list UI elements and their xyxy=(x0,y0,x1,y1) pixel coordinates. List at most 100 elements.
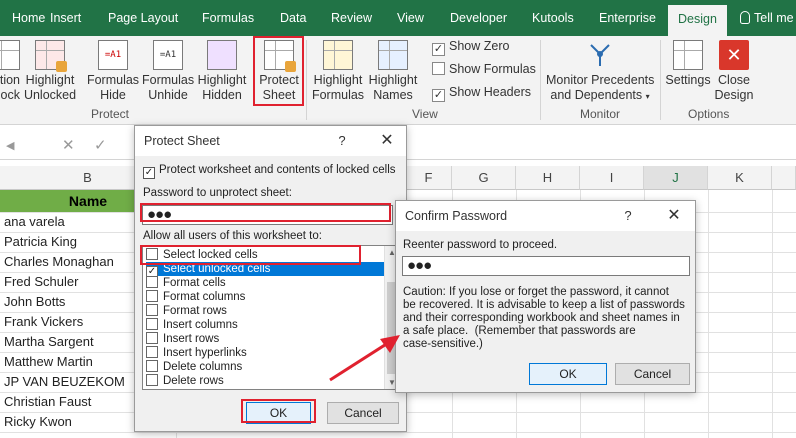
gridline xyxy=(708,190,709,438)
checkbox-empty-icon xyxy=(146,304,158,316)
ribbon: tion ock Highlight Unlocked =A1 Formulas… xyxy=(0,36,796,125)
name-cell[interactable]: Matthew Martin xyxy=(4,354,93,369)
tab-view[interactable]: View xyxy=(397,0,424,36)
gridline xyxy=(0,432,796,433)
view-group-label: View xyxy=(412,107,438,121)
highlight-formulas-button[interactable]: Highlight Formulas xyxy=(310,40,366,103)
protect-worksheet-checkbox[interactable]: ✓ Protect worksheet and contents of locke… xyxy=(143,164,396,179)
ribbon-separator xyxy=(540,40,541,120)
tab-insert[interactable]: Insert xyxy=(50,0,81,36)
option-delete-rows[interactable]: Delete rows xyxy=(146,374,224,388)
settings-icon xyxy=(673,40,703,70)
close-icon[interactable]: ✕ xyxy=(660,201,688,231)
name-cell[interactable]: JP VAN BEUZEKOM xyxy=(4,374,125,389)
tab-kutools[interactable]: Kutools xyxy=(532,0,574,36)
ribbon-separator xyxy=(660,40,661,120)
show-headers-checkbox[interactable]: ✓ Show Headers xyxy=(432,85,531,102)
checkbox-empty-icon xyxy=(146,276,158,288)
formula-hide-icon: =A1 xyxy=(98,40,128,70)
column-header-f[interactable]: F xyxy=(406,166,452,190)
caution-line: case-sensitive.) xyxy=(403,338,483,350)
cancel-button[interactable]: Cancel xyxy=(615,363,690,385)
option-insert-rows[interactable]: Insert rows xyxy=(146,332,219,346)
highlight-unlocked-label-2: Unlocked xyxy=(23,88,77,102)
name-cell[interactable]: Charles Monaghan xyxy=(4,254,114,269)
option-insert-columns[interactable]: Insert columns xyxy=(146,318,238,332)
cancel-entry-icon[interactable]: ✕ xyxy=(62,136,75,154)
highlight-names-button[interactable]: Highlight Names xyxy=(366,40,420,103)
highlight-formulas-label-2: Formulas xyxy=(311,88,365,102)
unlock-button[interactable]: tion ock xyxy=(0,40,20,103)
protect-group-label: Protect xyxy=(91,107,130,121)
tell-me-search[interactable]: Tell me xyxy=(740,0,794,36)
protect-dialog-title: Protect Sheet xyxy=(144,134,220,148)
show-headers-label: Show Headers xyxy=(449,85,531,99)
option-format-columns[interactable]: Format columns xyxy=(146,290,245,304)
password-label: Password to unprotect sheet: xyxy=(143,187,292,199)
show-zero-checkbox[interactable]: ✓ Show Zero xyxy=(432,39,509,56)
checkbox-empty-icon xyxy=(146,374,158,386)
ok-button[interactable]: OK xyxy=(529,363,607,385)
checkbox-checked-icon: ✓ xyxy=(432,43,445,56)
name-cell[interactable]: John Botts xyxy=(4,294,65,309)
checkbox-empty-icon xyxy=(146,318,158,330)
confirm-dialog-titlebar[interactable]: Confirm Password xyxy=(396,201,695,231)
monitor-label-1: Monitor Precedents xyxy=(546,73,655,87)
tab-design[interactable]: Design xyxy=(668,5,727,36)
option-format-rows[interactable]: Format rows xyxy=(146,304,227,318)
lightbulb-icon xyxy=(740,11,750,24)
name-cell[interactable]: ana varela xyxy=(4,214,65,229)
tab-data[interactable]: Data xyxy=(280,0,306,36)
caution-line: be recovered. It is advisable to keep a … xyxy=(403,299,685,311)
help-button[interactable]: ? xyxy=(332,126,352,156)
column-header-j[interactable]: J xyxy=(644,166,708,190)
formulas-unhide-label-2: Unhide xyxy=(148,88,188,102)
unlock-label-2: ock xyxy=(0,88,20,102)
formulas-unhide-button[interactable]: =A1 Formulas Unhide xyxy=(142,40,194,103)
name-cell[interactable]: Patricia King xyxy=(4,234,77,249)
tab-home[interactable]: Home xyxy=(12,0,45,36)
column-header-i[interactable]: I xyxy=(580,166,644,190)
name-box-dropdown-icon[interactable]: ◀ xyxy=(6,139,14,152)
confirm-entry-icon[interactable]: ✓ xyxy=(94,136,107,154)
option-delete-columns[interactable]: Delete columns xyxy=(146,360,242,374)
option-format-cells[interactable]: Format cells xyxy=(146,276,226,290)
protect-dialog-titlebar[interactable]: Protect Sheet xyxy=(135,126,406,156)
ribbon-tab-bar: Home Insert Page Layout Formulas Data Re… xyxy=(0,0,796,36)
formulas-hide-button[interactable]: =A1 Formulas Hide xyxy=(86,40,140,103)
confirm-password-input[interactable]: ●●● xyxy=(402,256,690,276)
column-header-g[interactable]: G xyxy=(452,166,516,190)
show-formulas-checkbox[interactable]: Show Formulas xyxy=(432,62,536,76)
monitor-arrows-icon xyxy=(585,40,615,70)
confirm-dialog-title: Confirm Password xyxy=(405,209,508,223)
option-label: Format cells xyxy=(163,277,226,289)
protect-sheet-dialog: Protect Sheet ? ✕ ✓ Protect worksheet and… xyxy=(134,125,407,432)
column-header-l[interactable] xyxy=(772,166,796,190)
tab-formulas[interactable]: Formulas xyxy=(202,0,254,36)
tab-enterprise[interactable]: Enterprise xyxy=(599,0,656,36)
help-button[interactable]: ? xyxy=(618,201,638,231)
tab-developer[interactable]: Developer xyxy=(450,0,507,36)
tab-review[interactable]: Review xyxy=(331,0,372,36)
close-design-button[interactable]: ✕ Close Design xyxy=(712,40,756,103)
monitor-precedents-button[interactable]: Monitor Precedents and Dependents ▾ xyxy=(546,40,654,104)
cancel-button[interactable]: Cancel xyxy=(327,402,399,424)
column-header-h[interactable]: H xyxy=(516,166,580,190)
name-cell[interactable]: Martha Sargent xyxy=(4,334,94,349)
password-annotation-box xyxy=(140,203,391,222)
option-insert-hyperlinks[interactable]: Insert hyperlinks xyxy=(146,346,247,360)
tab-page-layout[interactable]: Page Layout xyxy=(108,0,178,36)
highlight-unlocked-button[interactable]: Highlight Unlocked xyxy=(22,40,78,103)
close-icon[interactable]: ✕ xyxy=(373,126,401,156)
option-label: Insert rows xyxy=(163,333,220,345)
column-header-k[interactable]: K xyxy=(708,166,772,190)
caution-line: and their corresponding workbook and she… xyxy=(403,312,680,324)
highlight-hidden-button[interactable]: Highlight Hidden xyxy=(194,40,250,103)
settings-button[interactable]: Settings xyxy=(664,40,712,88)
name-cell[interactable]: Christian Faust xyxy=(4,394,91,409)
name-cell[interactable]: Fred Schuler xyxy=(4,274,78,289)
close-design-label-1: Close xyxy=(718,73,750,87)
name-cell[interactable]: Frank Vickers xyxy=(4,314,83,329)
name-cell[interactable]: Ricky Kwon xyxy=(4,414,72,429)
allow-users-label: Allow all users of this worksheet to: xyxy=(143,230,322,242)
